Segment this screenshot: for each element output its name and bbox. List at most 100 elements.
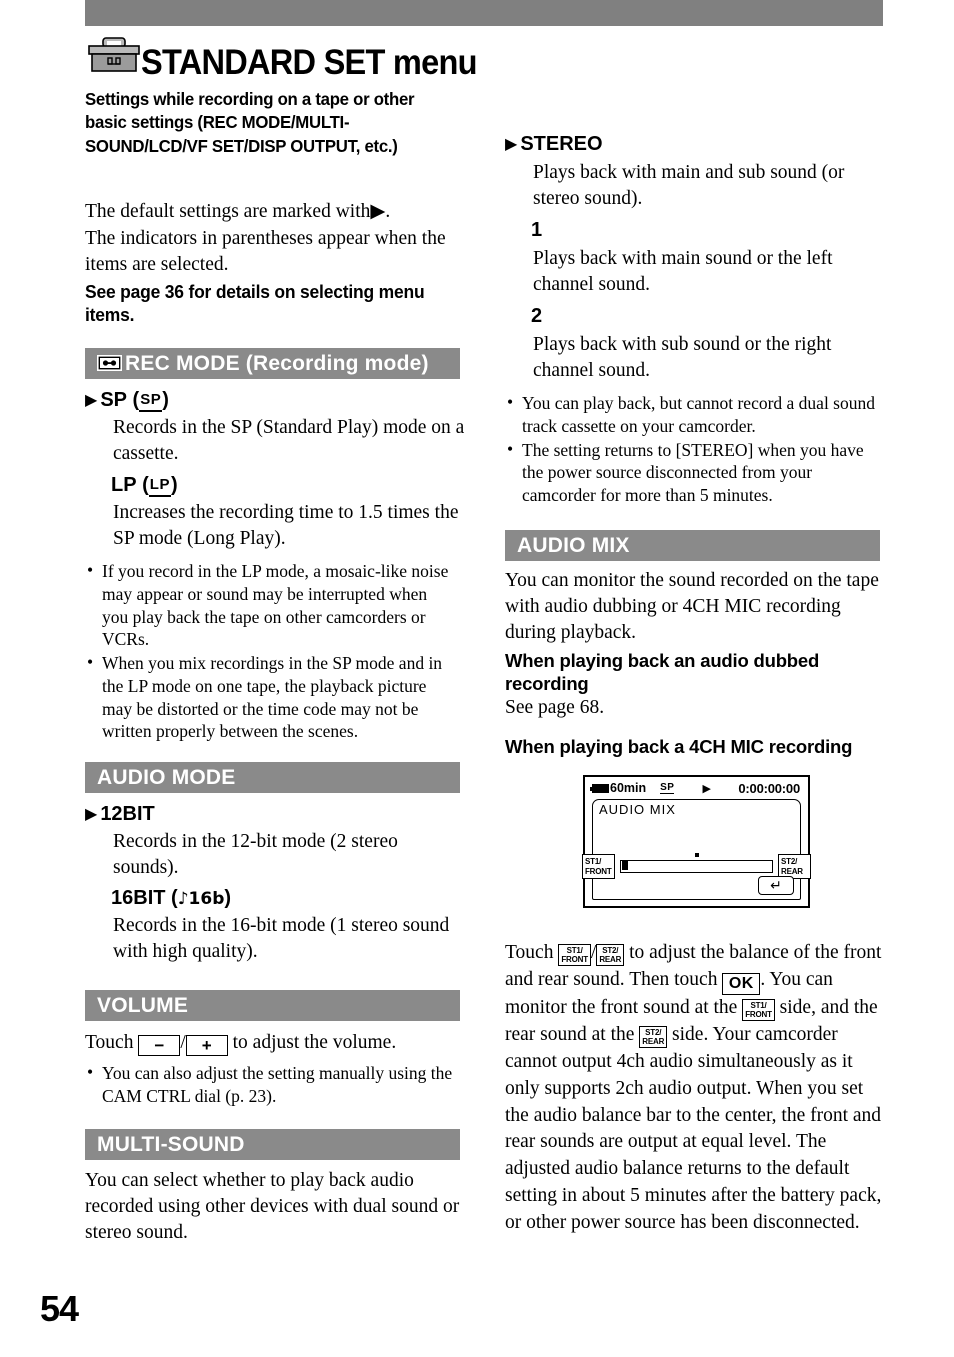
st1-line1: ST1/ [750, 1000, 767, 1010]
multi-sound-option-stereo-desc: Plays back with main and sub sound (or s… [533, 162, 845, 209]
audio-mode-option-16bit-desc: Records in the 16-bit mode (1 stereo sou… [113, 915, 450, 962]
audio-balance-knob[interactable] [622, 861, 628, 870]
intro-line-1-period: . [385, 201, 391, 222]
multi-sound-body: You can select whether to play back audi… [85, 1170, 460, 1244]
st2-rear-button-inline[interactable]: ST2/REAR [596, 944, 625, 966]
section-header-volume-label: VOLUME [97, 993, 189, 1017]
volume-minus-button[interactable]: − [138, 1035, 181, 1056]
audio-mode-option-16bit: 16BIT (♪16b) Records in the 16-bit mode … [85, 886, 465, 964]
battery-icon [590, 783, 609, 793]
default-marker-glyph: ▶ [370, 199, 386, 222]
section-header-rec-mode: REC MODE (Recording mode) [85, 348, 460, 379]
lcd-menu-title: AUDIO MIX [599, 802, 676, 817]
intro-line-2: The indicators in parentheses appear whe… [85, 227, 446, 276]
option-label: 16BIT [111, 887, 166, 909]
st2-line2: REAR [642, 1036, 665, 1046]
section-header-audio-mix: AUDIO MIX [505, 530, 880, 561]
play-icon: ▶ [702, 781, 711, 795]
audio-balance-center-mark [694, 853, 699, 857]
multi-sound-notes: You can play back, but cannot record a d… [505, 391, 877, 508]
list-item: You can also adjust the setting manually… [85, 1061, 457, 1108]
lcd-screen-figure: 60min SP ▶ 0:00:00:00 AUDIO MIX ST1/ FRO… [582, 775, 811, 908]
list-item: The setting returns to [STEREO] when you… [505, 437, 877, 507]
list-item: If you record in the LP mode, a mosaic-l… [85, 559, 457, 651]
lcd-st2-rear-line1: ST2/ [781, 857, 798, 866]
st2-rear-button-inline-2[interactable]: ST2/REAR [639, 1025, 668, 1048]
audio-mode-option-12bit-desc: Records in the 12-bit mode (2 stereo sou… [113, 831, 398, 878]
multi-sound-option-1-heading: 1 [531, 218, 885, 242]
rec-mode-option-lp: LP (LP) Increases the recording time to … [85, 473, 465, 551]
audio-mix-sub1-body: See page 68. [505, 697, 605, 719]
audio-mix-sub1: When playing back an audio dubbed record… [505, 650, 883, 722]
manual-page: STANDARD SET menu Settings while recordi… [0, 0, 954, 1357]
section-header-audio-mode: AUDIO MODE [85, 762, 460, 793]
st1-line1: ST1/ [566, 946, 583, 955]
st1-front-button-inline-2[interactable]: ST1/FRONT [742, 998, 775, 1021]
toolbox-icon [85, 34, 143, 78]
page-number: 54 [40, 1288, 79, 1329]
instr-p3: side. Your camcorder cannot output 4ch a… [505, 1023, 882, 1234]
default-marker-icon: ▶ [505, 134, 518, 153]
option-label: LP [111, 474, 137, 496]
volume-notes: You can also adjust the setting manually… [85, 1061, 457, 1109]
default-marker-icon: ▶ [85, 804, 98, 823]
indicator-lp: LP [148, 476, 171, 497]
battery-time: 60min [610, 781, 647, 795]
section-header-audio-mix-label: AUDIO MIX [517, 533, 630, 557]
list-item: When you mix recordings in the SP mode a… [85, 651, 457, 743]
section-header-multi-sound-label: MULTI-SOUND [97, 1132, 245, 1156]
multi-sound-option-stereo-heading: ▶ STEREO [505, 132, 885, 156]
lcd-st1-front-button[interactable]: ST1/ FRONT [582, 854, 615, 879]
rec-mode-option-sp: ▶ SP (SP) Records in the SP (Standard Pl… [85, 388, 465, 466]
lcd-return-button[interactable]: ↵ [758, 876, 794, 895]
option-indicator-wrap: (SP) [127, 389, 169, 412]
page-title-row: STANDARD SET menu [85, 34, 502, 80]
lcd-st2-rear-line2: REAR [781, 866, 803, 876]
return-arrow-icon: ↵ [770, 877, 782, 894]
section-header-volume: VOLUME [85, 990, 460, 1021]
audio-balance-bar[interactable] [620, 853, 773, 873]
multi-sound-option-1-desc: Plays back with main sound or the left c… [533, 248, 833, 295]
intro-block: The default settings are marked with▶. T… [85, 198, 470, 328]
lcd-st1-front-line1: ST1/ [585, 857, 602, 866]
volume-touch-instruction: Touch − / + to adjust the volume. [85, 1030, 463, 1056]
option-indicator-wrap: (♪16b) [165, 887, 232, 909]
option-label: STEREO [520, 133, 603, 155]
multi-sound-option-stereo: ▶ STEREO Plays back with main and sub so… [505, 132, 885, 211]
option-label: 2 [531, 305, 543, 327]
audio-mix-instructions: Touch ST1/FRONT / ST2/REAR to adjust the b… [505, 940, 885, 1237]
indicator-16b: ♪16b [177, 889, 225, 909]
lcd-screen: 60min SP ▶ 0:00:00:00 AUDIO MIX ST1/ FRO… [582, 775, 811, 908]
section-header-rec-mode-label: REC MODE (Recording mode) [125, 351, 429, 375]
audio-mode-option-16bit-heading: 16BIT (♪16b) [111, 886, 465, 910]
volume-touch-suffix: to adjust the volume. [232, 1032, 397, 1053]
st1-line2: FRONT [561, 955, 588, 964]
st1-front-button-inline[interactable]: ST1/FRONT [558, 944, 591, 966]
option-label: 1 [531, 219, 543, 241]
option-indicator-wrap: (LP) [136, 474, 178, 497]
audio-mode-option-12bit: ▶ 12BIT Records in the 12-bit mode (2 st… [85, 802, 465, 880]
instr-prefix: Touch [505, 942, 554, 963]
lcd-status-bar: 60min SP ▶ 0:00:00:00 [585, 777, 808, 799]
intro-bold-note: See page 36 for details on selecting men… [85, 281, 425, 326]
top-gray-band [85, 0, 883, 26]
audio-mix-sub2-heading: When playing back a 4CH MIC recording [505, 736, 853, 757]
option-label: SP [100, 389, 127, 411]
section-header-multi-sound: MULTI-SOUND [85, 1129, 460, 1160]
section-header-audio-mode-label: AUDIO MODE [97, 765, 236, 789]
multi-sound-option-2-desc: Plays back with sub sound or the right c… [533, 334, 832, 381]
audio-mode-option-12bit-heading: ▶ 12BIT [85, 802, 465, 826]
default-marker-icon: ▶ [85, 390, 98, 409]
st2-line1: ST2/ [645, 1027, 662, 1037]
lcd-menu-panel: AUDIO MIX ST1/ FRONT ST2/ REAR ↵ [582, 799, 811, 900]
page-title: STANDARD SET menu [141, 43, 478, 82]
rec-mode-option-lp-heading: LP (LP) [111, 473, 465, 497]
timecode: 0:00:00:00 [738, 780, 800, 796]
multi-sound-option-2: 2 Plays back with sub sound or the right… [505, 304, 885, 383]
ok-button-inline[interactable]: OK [722, 972, 761, 995]
rec-mode-option-sp-heading: ▶ SP (SP) [85, 388, 465, 412]
intro-line-1-text: The default settings are marked with [85, 201, 371, 222]
volume-plus-button[interactable]: + [185, 1035, 228, 1056]
audio-mix-body: You can monitor the sound recorded on th… [505, 570, 879, 644]
option-label: 12BIT [100, 803, 155, 825]
